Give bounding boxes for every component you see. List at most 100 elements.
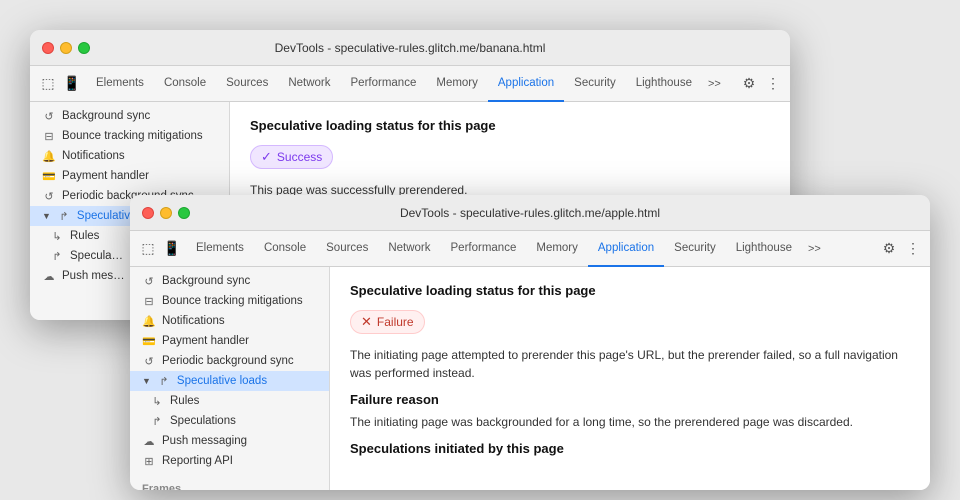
sidebar-item-label: Push messaging — [162, 435, 247, 447]
sidebar-item-label: Bounce tracking mitigations — [62, 130, 203, 142]
success-icon: ✓ — [261, 149, 272, 165]
sidebar-item-notifications[interactable]: 🔔 Notifications — [30, 146, 229, 166]
sidebar-item-label: Speculative loads — [177, 375, 267, 387]
tab-bar-banana: Elements Console Sources Network Perform… — [86, 66, 736, 102]
chevron-down-icon: ▼ — [42, 211, 51, 221]
menu-icon[interactable]: ⋮ — [764, 75, 782, 93]
sidebar-item-background-sync-2[interactable]: ↺ Background sync — [130, 271, 329, 291]
payment-handler-icon: 💳 — [42, 169, 56, 183]
tab-application[interactable]: Application — [488, 66, 564, 102]
chevron-down-icon-2: ▼ — [142, 376, 151, 386]
sidebar-item-label: Push mes… — [62, 270, 125, 282]
description-text-2: The initiating page attempted to prerend… — [350, 346, 910, 382]
tab-performance-2[interactable]: Performance — [441, 231, 527, 267]
sidebar-item-reporting-api-2[interactable]: ⊞ Reporting API — [130, 451, 329, 471]
badge-label: Failure — [377, 315, 414, 329]
content-apple: ↺ Background sync ⊟ Bounce tracking miti… — [130, 267, 930, 490]
notifications-icon: 🔔 — [42, 149, 56, 163]
sidebar-item-background-sync[interactable]: ↺ Background sync — [30, 106, 229, 126]
sidebar-item-periodic-bg-sync-2[interactable]: ↺ Periodic background sync — [130, 351, 329, 371]
tab-sources-2[interactable]: Sources — [316, 231, 378, 267]
status-badge-failure: ✕ Failure — [350, 310, 425, 334]
tab-console-2[interactable]: Console — [254, 231, 316, 267]
tab-elements-2[interactable]: Elements — [186, 231, 254, 267]
sidebar-item-label: Payment handler — [162, 335, 249, 347]
tab-lighthouse-2[interactable]: Lighthouse — [726, 231, 802, 267]
failure-reason-text: The initiating page was backgrounded for… — [350, 413, 910, 431]
maximize-button[interactable] — [78, 42, 90, 54]
bounce-tracking-icon: ⊟ — [42, 129, 56, 143]
tab-application-2[interactable]: Application — [588, 231, 664, 267]
sidebar-item-label: Background sync — [162, 275, 250, 287]
periodic-bg-sync-icon-2: ↺ — [142, 354, 156, 368]
settings-icon[interactable]: ⚙ — [740, 75, 758, 93]
tab-elements[interactable]: Elements — [86, 66, 154, 102]
sidebar-item-label: Specula… — [70, 250, 123, 262]
speculations-icon-2: ↱ — [150, 414, 164, 428]
sidebar-item-payment-handler-2[interactable]: 💳 Payment handler — [130, 331, 329, 351]
tab-network-2[interactable]: Network — [378, 231, 440, 267]
bounce-tracking-icon-2: ⊟ — [142, 294, 156, 308]
tab-memory[interactable]: Memory — [426, 66, 488, 102]
section-title-2: Speculative loading status for this page — [350, 283, 910, 298]
sidebar-apple: ↺ Background sync ⊟ Bounce tracking miti… — [130, 267, 330, 490]
tab-security[interactable]: Security — [564, 66, 626, 102]
tab-sources[interactable]: Sources — [216, 66, 278, 102]
push-messaging-icon-2: ☁ — [142, 434, 156, 448]
more-tabs-2[interactable]: >> — [802, 243, 827, 255]
settings-icon-2[interactable]: ⚙ — [880, 240, 898, 258]
sidebar-item-rules-2[interactable]: ↳ Rules — [130, 391, 329, 411]
status-badge-success: ✓ Success — [250, 145, 333, 169]
sidebar-item-label: Background sync — [62, 110, 150, 122]
sidebar-item-label: Bounce tracking mitigations — [162, 295, 303, 307]
toolbar-right: ⚙ ⋮ — [740, 75, 782, 93]
sidebar-item-label: Rules — [70, 230, 99, 242]
sidebar-item-speculative-loads-2[interactable]: ▼ ↱ Speculative loads — [130, 371, 329, 391]
frames-section-label: Frames — [130, 479, 329, 490]
tab-security-2[interactable]: Security — [664, 231, 726, 267]
tab-lighthouse[interactable]: Lighthouse — [626, 66, 702, 102]
traffic-lights-2 — [130, 207, 190, 219]
sidebar-item-bounce-tracking[interactable]: ⊟ Bounce tracking mitigations — [30, 126, 229, 146]
more-tabs[interactable]: >> — [702, 78, 727, 90]
tab-network[interactable]: Network — [278, 66, 340, 102]
speculations-title: Speculations initiated by this page — [350, 441, 910, 456]
inspect-icon-2[interactable]: ⬚ — [138, 239, 158, 259]
minimize-button-2[interactable] — [160, 207, 172, 219]
traffic-lights — [30, 42, 90, 54]
sidebar-item-bounce-tracking-2[interactable]: ⊟ Bounce tracking mitigations — [130, 291, 329, 311]
window-title: DevTools - speculative-rules.glitch.me/b… — [275, 41, 546, 55]
tab-console[interactable]: Console — [154, 66, 216, 102]
background-sync-icon-2: ↺ — [142, 274, 156, 288]
section-title: Speculative loading status for this page — [250, 118, 770, 133]
periodic-bg-sync-icon: ↺ — [42, 189, 56, 203]
sidebar-item-label: Notifications — [162, 315, 225, 327]
device-icon-2[interactable]: 📱 — [162, 239, 182, 259]
close-button[interactable] — [42, 42, 54, 54]
sidebar-item-speculations-2[interactable]: ↱ Speculations — [130, 411, 329, 431]
sidebar-item-payment-handler[interactable]: 💳 Payment handler — [30, 166, 229, 186]
sidebar-item-label: Rules — [170, 395, 199, 407]
close-button-2[interactable] — [142, 207, 154, 219]
device-icon[interactable]: 📱 — [62, 74, 82, 94]
inspect-icon[interactable]: ⬚ — [38, 74, 58, 94]
sidebar-item-label: Reporting API — [162, 455, 233, 467]
rules-icon-2: ↳ — [150, 394, 164, 408]
toolbar-banana: ⬚ 📱 Elements Console Sources Network Per… — [30, 66, 790, 102]
tab-memory-2[interactable]: Memory — [526, 231, 588, 267]
maximize-button-2[interactable] — [178, 207, 190, 219]
sidebar-item-push-messaging-2[interactable]: ☁ Push messaging — [130, 431, 329, 451]
rules-icon: ↳ — [50, 229, 64, 243]
menu-icon-2[interactable]: ⋮ — [904, 240, 922, 258]
failure-reason-title: Failure reason — [350, 392, 910, 407]
badge-label: Success — [277, 150, 322, 164]
main-content-apple: Speculative loading status for this page… — [330, 267, 930, 490]
speculative-loads-icon: ↱ — [57, 209, 71, 223]
background-sync-icon: ↺ — [42, 109, 56, 123]
tab-performance[interactable]: Performance — [341, 66, 427, 102]
window-title-2: DevTools - speculative-rules.glitch.me/a… — [400, 206, 660, 220]
sidebar-item-label: Periodic background sync — [162, 355, 294, 367]
titlebar-apple: DevTools - speculative-rules.glitch.me/a… — [130, 195, 930, 231]
minimize-button[interactable] — [60, 42, 72, 54]
sidebar-item-notifications-2[interactable]: 🔔 Notifications — [130, 311, 329, 331]
